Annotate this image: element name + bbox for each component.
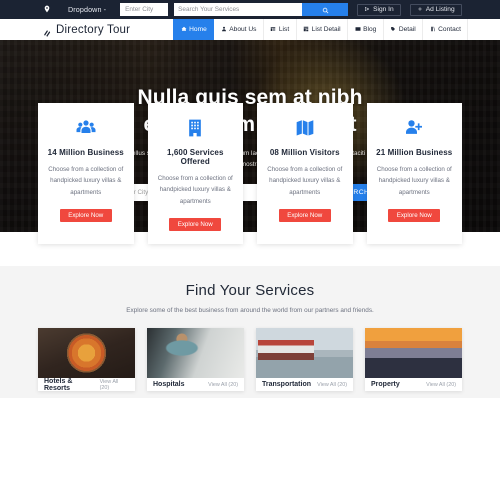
image-icon: [355, 26, 361, 34]
service-card[interactable]: Hotels & Resorts View All (20): [38, 328, 135, 392]
feature-card-description: Choose from a collection of handpicked l…: [267, 166, 343, 196]
explore-now-button[interactable]: Explore Now: [388, 209, 441, 223]
nav-item-contact-label: Contact: [438, 26, 461, 33]
find-your-services-section: Find Your Services Explore some of the b…: [0, 266, 500, 399]
nav-item-blog-label: Blog: [363, 26, 377, 33]
view-all-link[interactable]: View All (20): [100, 379, 129, 391]
list-icon: [270, 26, 276, 34]
service-card-image-property: [365, 328, 462, 379]
diamond-logo-icon: [43, 25, 52, 37]
search-icon: [322, 1, 329, 19]
feature-card: 14 Million Business Choose from a collec…: [38, 103, 134, 245]
users-group-icon: [47, 117, 125, 139]
feature-card-description: Choose from a collection of handpicked l…: [376, 166, 452, 196]
explore-now-button[interactable]: Explore Now: [169, 218, 222, 232]
view-all-link[interactable]: View All (20): [317, 382, 347, 388]
book-icon: [430, 26, 436, 34]
service-card-footer: Property View All (20): [365, 378, 462, 391]
topbar-services-placeholder: Search Your Services: [178, 6, 240, 13]
ad-listing-label: Ad Listing: [425, 6, 455, 13]
service-card-footer: Hotels & Resorts View All (20): [38, 377, 135, 392]
ad-listing-button[interactable]: Ad Listing: [409, 3, 462, 16]
services-title: Find Your Services: [185, 282, 315, 300]
user-icon: [221, 26, 227, 34]
topbar-city-placeholder: Enter City: [125, 6, 154, 13]
feature-card-description: Choose from a collection of handpicked l…: [48, 166, 124, 196]
service-card-name: Hotels & Resorts: [44, 377, 73, 392]
nav-item-list-label: List: [278, 26, 290, 33]
sign-in-icon: [364, 6, 370, 14]
view-all-link[interactable]: View All (20): [208, 382, 238, 388]
nav-item-detail[interactable]: Detail: [384, 19, 424, 40]
nav-item-about-us[interactable]: About Us: [214, 19, 264, 40]
top-utility-bar: Dropdown - Enter City Search Your Servic…: [0, 0, 500, 19]
service-card-name: Property: [371, 381, 400, 389]
map-icon: [266, 117, 344, 139]
explore-now-button[interactable]: Explore Now: [59, 209, 112, 223]
view-all-link[interactable]: View All (20): [426, 382, 456, 388]
feature-card: 08 Million Visitors Choose from a collec…: [257, 103, 353, 245]
grid-icon: [303, 26, 309, 34]
brand-name: Directory Tour: [56, 23, 131, 36]
nav-links: Home About Us List List Detail Blog Deta…: [173, 19, 469, 40]
feature-cards-row: 14 Million Business Choose from a collec…: [0, 103, 500, 245]
user-add-icon: [376, 117, 454, 139]
feature-card-title: 21 Million Business: [376, 148, 453, 157]
explore-now-button[interactable]: Explore Now: [278, 209, 331, 223]
nav-item-list-detail-label: List Detail: [311, 26, 341, 33]
main-navigation-bar: Directory Tour Home About Us List List D…: [0, 19, 500, 40]
service-card[interactable]: Hospitals View All (20): [147, 328, 244, 392]
nav-item-about-us-label: About Us: [229, 26, 257, 33]
tag-icon: [390, 26, 396, 34]
service-card[interactable]: Property View All (20): [365, 328, 462, 392]
map-pin-icon: [43, 5, 51, 15]
brand-logo[interactable]: Directory Tour: [43, 23, 131, 37]
feature-card-description: Choose from a collection of handpicked l…: [157, 175, 233, 205]
nav-item-detail-label: Detail: [398, 26, 416, 33]
feature-card: 1,600 Services Offered Choose from a col…: [147, 103, 243, 245]
feature-card-title: 1,600 Services Offered: [166, 148, 224, 166]
nav-item-contact[interactable]: Contact: [423, 19, 469, 40]
service-card-footer: Hospitals View All (20): [147, 378, 244, 391]
plus-icon: [417, 6, 423, 14]
topbar-search-button[interactable]: [302, 1, 349, 19]
feature-card: 21 Million Business Choose from a collec…: [366, 103, 462, 245]
nav-item-blog[interactable]: Blog: [348, 19, 384, 40]
services-card-grid: Hotels & Resorts View All (20) Hospitals…: [0, 328, 500, 392]
sign-in-button[interactable]: Sign In: [357, 3, 401, 16]
sign-in-label: Sign In: [373, 6, 394, 13]
feature-card-title: 14 Million Business: [47, 148, 124, 157]
home-icon: [181, 26, 187, 34]
nav-item-list[interactable]: List: [264, 19, 297, 40]
nav-item-home[interactable]: Home: [173, 19, 215, 40]
service-card-name: Transportation: [262, 381, 312, 389]
topbar-services-input[interactable]: Search Your Services: [174, 3, 303, 16]
service-card-image-transportation: [256, 328, 353, 379]
service-card-footer: Transportation View All (20): [256, 378, 353, 391]
feature-card-title: 08 Million Visitors: [269, 148, 340, 157]
building-icon: [157, 117, 235, 139]
service-card-image-hotels: [38, 328, 135, 379]
services-subtitle: Explore some of the best business from a…: [126, 307, 374, 315]
service-card-image-hospitals: [147, 328, 244, 379]
topbar-city-input[interactable]: Enter City: [120, 3, 169, 16]
service-card[interactable]: Transportation View All (20): [256, 328, 353, 392]
nav-item-home-label: Home: [189, 26, 207, 33]
service-card-name: Hospitals: [153, 381, 185, 389]
category-dropdown[interactable]: Dropdown -: [68, 5, 106, 14]
nav-item-list-detail[interactable]: List Detail: [297, 19, 349, 40]
